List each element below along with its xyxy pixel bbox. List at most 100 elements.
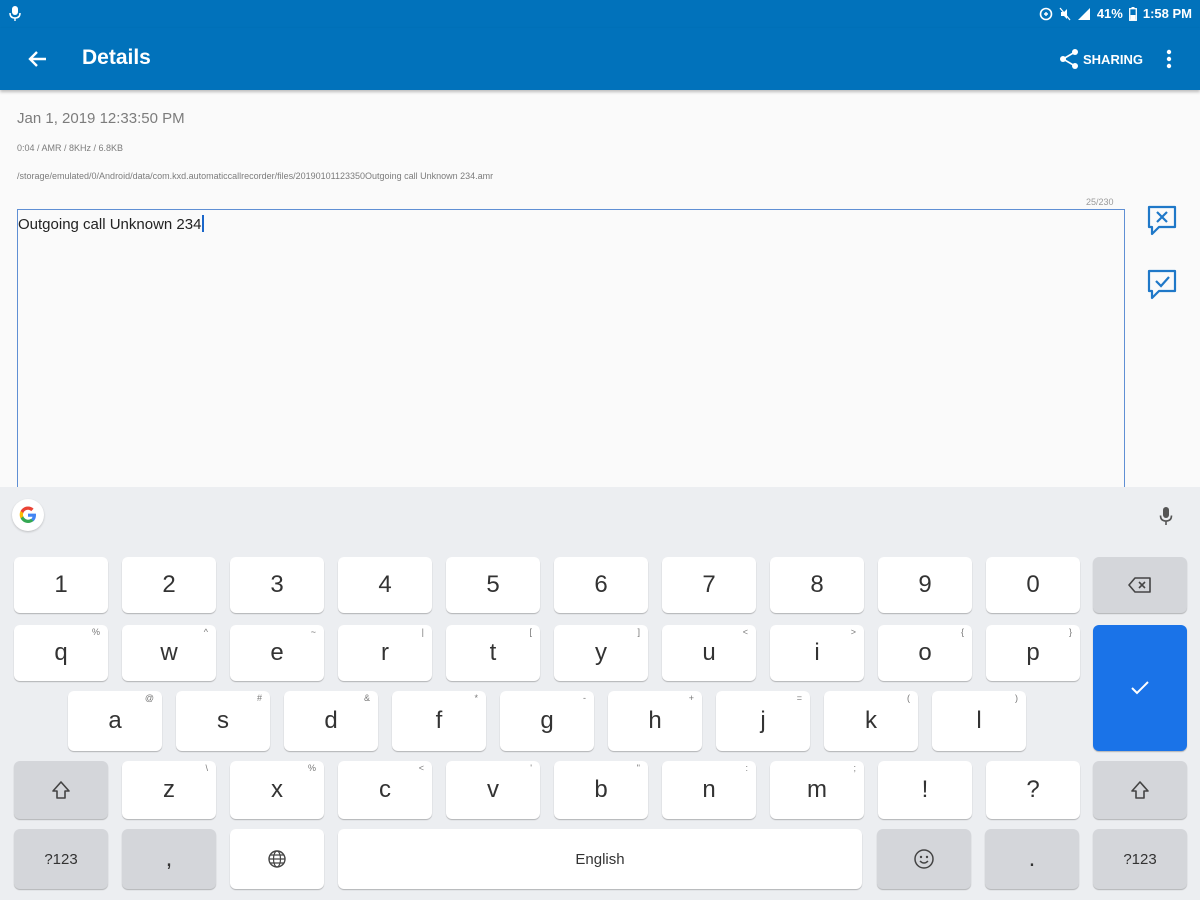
key-row2-7[interactable]: k( xyxy=(824,691,918,751)
key-row1-2[interactable]: e ~ xyxy=(230,625,324,681)
backspace-key[interactable] xyxy=(1093,557,1187,613)
key-row3-2[interactable]: c < xyxy=(338,761,432,819)
key-num-5[interactable]: 6 xyxy=(554,557,648,613)
shift-icon xyxy=(52,781,70,799)
key-hint: % xyxy=(91,627,100,637)
key-label: x xyxy=(271,776,283,803)
voice-input-button[interactable] xyxy=(1154,503,1178,529)
note-value: Outgoing call Unknown 234 xyxy=(18,216,202,233)
key-hint: ^ xyxy=(203,627,208,637)
mic-icon xyxy=(1159,507,1173,525)
mute-icon xyxy=(1059,7,1071,20)
key-label: g xyxy=(540,707,554,734)
key-num-9[interactable]: 0 xyxy=(986,557,1080,613)
discard-note-button[interactable] xyxy=(1144,204,1180,238)
key-hint: : xyxy=(745,763,748,773)
back-button[interactable] xyxy=(22,43,54,75)
key-row2-1[interactable]: s # xyxy=(176,691,270,751)
key-row2-4[interactable]: g- xyxy=(500,691,594,751)
key-num-3[interactable]: 4 xyxy=(338,557,432,613)
key-label: l xyxy=(976,707,982,734)
key-row2-3[interactable]: f * xyxy=(392,691,486,751)
key-label: 2 xyxy=(162,571,176,598)
text-cursor xyxy=(202,215,205,232)
key-row1-8[interactable]: o{ xyxy=(878,625,972,681)
emoji-key[interactable] xyxy=(877,829,971,889)
page-title: Details xyxy=(82,46,151,69)
key-row3-3[interactable]: v ' xyxy=(446,761,540,819)
shift-left-key[interactable] xyxy=(14,761,108,819)
space-key[interactable]: English xyxy=(338,829,862,889)
google-icon[interactable] xyxy=(12,499,44,531)
symbols-key-right[interactable]: ?123 xyxy=(1093,829,1187,889)
key-row1-1[interactable]: w ^ xyxy=(122,625,216,681)
key-row1-0[interactable]: q% xyxy=(14,625,108,681)
language-key[interactable] xyxy=(230,829,324,889)
key-label: 1 xyxy=(54,571,68,598)
arrow-back-icon xyxy=(28,51,46,67)
key-row1-9[interactable]: p} xyxy=(986,625,1080,681)
comment-cancel-icon xyxy=(1147,205,1177,236)
key-hint: * xyxy=(474,693,478,703)
key-num-1[interactable]: 2 xyxy=(122,557,216,613)
key-row3-7[interactable]: ! xyxy=(878,761,972,819)
symbols-key-left[interactable]: ?123 xyxy=(14,829,108,889)
enter-key[interactable] xyxy=(1093,625,1187,751)
key-row2-6[interactable]: j = xyxy=(716,691,810,751)
shift-right-key[interactable] xyxy=(1093,761,1187,819)
status-bar: 41% 1:58 PM xyxy=(0,0,1200,28)
key-row3-5[interactable]: n: xyxy=(662,761,756,819)
note-input[interactable]: Outgoing call Unknown 234 xyxy=(17,209,1125,499)
globe-icon xyxy=(268,850,286,868)
save-note-button[interactable] xyxy=(1144,268,1180,302)
key-label: 9 xyxy=(918,571,932,598)
period-key[interactable]: . xyxy=(985,829,1079,889)
keyboard-toolbar xyxy=(0,487,1200,545)
key-row2-8[interactable]: l) xyxy=(932,691,1026,751)
key-label: i xyxy=(814,639,820,666)
key-row2-2[interactable]: d & xyxy=(284,691,378,751)
key-hint: " xyxy=(636,763,640,773)
key-row3-1[interactable]: x% xyxy=(230,761,324,819)
key-label: c xyxy=(379,776,391,803)
key-row2-5[interactable]: h + xyxy=(608,691,702,751)
recording-date: Jan 1, 2019 12:33:50 PM xyxy=(17,110,185,127)
key-row3-0[interactable]: z \ xyxy=(122,761,216,819)
key-hint: ; xyxy=(853,763,856,773)
key-label: n xyxy=(702,776,716,803)
key-num-2[interactable]: 3 xyxy=(230,557,324,613)
key-row1-7[interactable]: i > xyxy=(770,625,864,681)
sharing-label: SHARING xyxy=(1083,51,1143,67)
key-hint: % xyxy=(307,763,316,773)
key-label: 3 xyxy=(270,571,284,598)
key-label: w xyxy=(160,639,178,666)
key-row1-6[interactable]: u < xyxy=(662,625,756,681)
key-num-8[interactable]: 9 xyxy=(878,557,972,613)
app-bar: Details SHARING xyxy=(0,28,1200,90)
key-row1-5[interactable]: y] xyxy=(554,625,648,681)
more-options-button[interactable] xyxy=(1156,44,1182,74)
key-hint: \ xyxy=(205,763,208,773)
key-row3-8[interactable]: ? xyxy=(986,761,1080,819)
sharing-button[interactable]: SHARING xyxy=(1058,44,1143,74)
google-g-icon xyxy=(19,506,36,523)
key-label: 5 xyxy=(486,571,500,598)
key-row3-6[interactable]: m; xyxy=(770,761,864,819)
key-num-0[interactable]: 1 xyxy=(14,557,108,613)
key-label: 0 xyxy=(1026,571,1040,598)
comma-key[interactable]: , xyxy=(122,829,216,889)
key-num-4[interactable]: 5 xyxy=(446,557,540,613)
key-label: r xyxy=(381,639,389,666)
key-row1-3[interactable]: r | xyxy=(338,625,432,681)
key-num-6[interactable]: 7 xyxy=(662,557,756,613)
key-row1-4[interactable]: t[ xyxy=(446,625,540,681)
key-label: j xyxy=(760,707,766,734)
key-num-7[interactable]: 8 xyxy=(770,557,864,613)
key-hint: { xyxy=(960,627,964,637)
key-label: 6 xyxy=(594,571,608,598)
key-row2-0[interactable]: a @ xyxy=(68,691,162,751)
key-label: e xyxy=(270,639,284,666)
key-label: b xyxy=(594,776,608,803)
key-label: s xyxy=(217,707,229,734)
key-row3-4[interactable]: b " xyxy=(554,761,648,819)
